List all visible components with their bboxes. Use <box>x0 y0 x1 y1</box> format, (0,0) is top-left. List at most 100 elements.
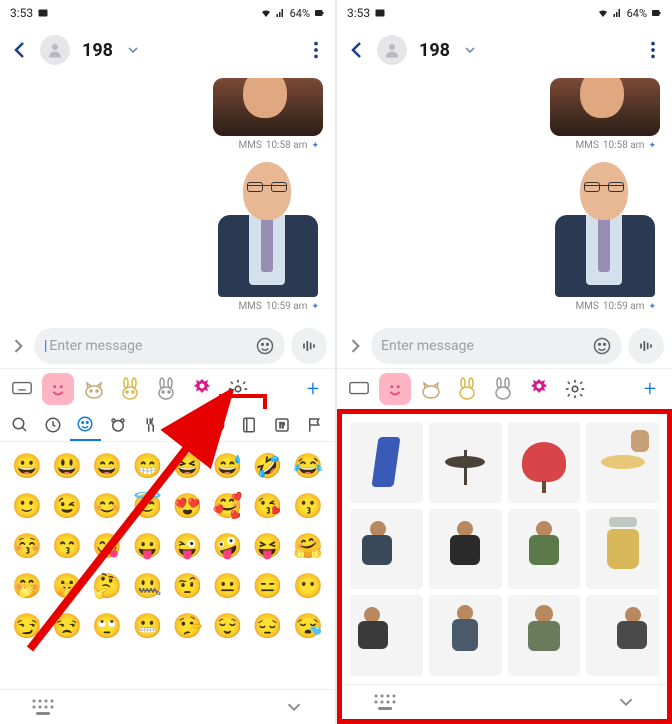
emoji-cell[interactable]: 😘 <box>249 488 287 524</box>
emoji-cell[interactable]: 😆 <box>169 448 207 484</box>
sticker-towel[interactable] <box>350 422 423 503</box>
expand-icon[interactable] <box>8 336 28 356</box>
emoji-cell[interactable]: 😁 <box>128 448 166 484</box>
emoji-cell[interactable]: 😉 <box>48 488 86 524</box>
emoji-toggle-icon[interactable] <box>592 336 612 356</box>
emoji-cell[interactable]: 😄 <box>88 448 126 484</box>
emoji-cell[interactable]: 😝 <box>249 528 287 564</box>
message-sticker-1[interactable] <box>550 78 660 136</box>
contact-name[interactable]: 198 <box>419 40 450 61</box>
sticker-lamp[interactable] <box>429 422 502 503</box>
emoji-cell[interactable]: 😇 <box>128 488 166 524</box>
contact-avatar[interactable] <box>377 35 407 65</box>
sticker-man-2[interactable] <box>429 509 502 590</box>
sticker-man-5[interactable] <box>429 595 502 676</box>
emoji-animals-icon[interactable] <box>102 416 134 434</box>
emoji-cell[interactable]: 😛 <box>128 528 166 564</box>
voice-input-button[interactable] <box>291 328 327 364</box>
emoji-cell[interactable]: 😐 <box>209 568 247 604</box>
emoji-cell[interactable]: 😔 <box>249 608 287 644</box>
emoji-food-icon[interactable] <box>135 416 167 434</box>
emoji-cell[interactable]: 🤪 <box>209 528 247 564</box>
emoji-cell[interactable]: 🤥 <box>169 608 207 644</box>
expand-icon[interactable] <box>345 336 365 356</box>
emoji-cell[interactable]: 😍 <box>169 488 207 524</box>
emoji-cell[interactable]: 😅 <box>209 448 247 484</box>
emoji-cell[interactable]: 😃 <box>48 448 86 484</box>
emoji-toggle-icon[interactable] <box>255 336 275 356</box>
emoji-cell[interactable]: 😌 <box>209 608 247 644</box>
sticker-man-7[interactable] <box>586 595 659 676</box>
emoji-cell[interactable]: 🤗 <box>289 528 327 564</box>
tab-settings-icon[interactable] <box>559 373 591 405</box>
sticker-man-4[interactable] <box>350 595 423 676</box>
emoji-cell[interactable]: 😶 <box>289 568 327 604</box>
switch-keyboard-icon[interactable] <box>372 692 398 712</box>
emoji-cell[interactable]: 😙 <box>48 528 86 564</box>
back-icon[interactable] <box>8 38 32 62</box>
switch-keyboard-icon[interactable] <box>30 697 56 717</box>
message-sticker-2[interactable] <box>550 157 660 297</box>
contact-name[interactable]: 198 <box>82 40 113 61</box>
tab-gallery-sticker-icon[interactable] <box>523 373 555 405</box>
contact-avatar[interactable] <box>40 35 70 65</box>
emoji-cell[interactable]: 🤔 <box>88 568 126 604</box>
emoji-cell[interactable]: 🤫 <box>48 568 86 604</box>
emoji-cell[interactable]: 😪 <box>289 608 327 644</box>
emoji-sport-icon[interactable] <box>201 416 233 434</box>
sticker-tree[interactable] <box>508 422 581 503</box>
chevron-down-icon[interactable] <box>125 42 141 58</box>
emoji-cell[interactable]: 😒 <box>48 608 86 644</box>
sticker-man-3[interactable] <box>508 509 581 590</box>
collapse-keyboard-icon[interactable] <box>283 696 305 718</box>
emoji-cell[interactable]: 😜 <box>169 528 207 564</box>
emoji-cell[interactable]: 😬 <box>128 608 166 644</box>
emoji-cell[interactable]: 😀 <box>8 448 46 484</box>
emoji-activity-icon[interactable] <box>168 416 200 434</box>
tab-keyboard-icon[interactable] <box>6 373 38 405</box>
emoji-symbols-icon[interactable]: !? <box>266 416 298 434</box>
emoji-objects-icon[interactable] <box>234 416 266 434</box>
emoji-cell[interactable]: 😑 <box>249 568 287 604</box>
emoji-cell[interactable]: 😊 <box>88 488 126 524</box>
voice-input-button[interactable] <box>628 328 664 364</box>
tab-cat-icon[interactable] <box>78 373 110 405</box>
emoji-cell[interactable]: 🤭 <box>8 568 46 604</box>
sticker-man-1[interactable] <box>350 509 423 590</box>
emoji-cell[interactable]: 😋 <box>88 528 126 564</box>
sticker-man-6[interactable] <box>508 595 581 676</box>
emoji-cell[interactable]: 🤐 <box>128 568 166 604</box>
back-icon[interactable] <box>345 38 369 62</box>
tab-bunny-icon[interactable] <box>114 373 146 405</box>
tab-smiley-icon[interactable] <box>379 373 411 405</box>
emoji-cell[interactable]: 😏 <box>8 608 46 644</box>
emoji-cell[interactable]: 🥰 <box>209 488 247 524</box>
emoji-flags-icon[interactable] <box>299 416 331 434</box>
emoji-cell[interactable]: 😚 <box>8 528 46 564</box>
sticker-plate[interactable] <box>586 422 659 503</box>
chevron-down-icon[interactable] <box>462 42 478 58</box>
emoji-cell[interactable]: 🙂 <box>8 488 46 524</box>
more-options-icon[interactable] <box>642 39 664 61</box>
emoji-cell[interactable]: 🙄 <box>88 608 126 644</box>
tab-keyboard-icon[interactable] <box>343 373 375 405</box>
emoji-smileys-icon[interactable] <box>70 409 102 441</box>
sticker-jar[interactable] <box>586 509 659 590</box>
more-options-icon[interactable] <box>305 39 327 61</box>
tab-bunny2-icon[interactable] <box>487 373 519 405</box>
tab-gallery-sticker-icon[interactable] <box>186 373 218 405</box>
message-sticker-2[interactable] <box>213 157 323 297</box>
tab-bunny-icon[interactable] <box>451 373 483 405</box>
message-input[interactable]: |Enter message <box>34 328 285 364</box>
emoji-search-icon[interactable] <box>4 416 36 434</box>
tab-smiley-icon[interactable] <box>42 373 74 405</box>
tab-cat-icon[interactable] <box>415 373 447 405</box>
tab-bunny2-icon[interactable] <box>150 373 182 405</box>
message-input[interactable]: Enter message <box>371 328 622 364</box>
emoji-cell[interactable]: 😂 <box>289 448 327 484</box>
emoji-cell[interactable]: 😗 <box>289 488 327 524</box>
emoji-cell[interactable]: 🤣 <box>249 448 287 484</box>
collapse-keyboard-icon[interactable] <box>615 691 637 713</box>
message-sticker-1[interactable] <box>213 78 323 136</box>
tab-add-icon[interactable]: + <box>297 373 329 405</box>
